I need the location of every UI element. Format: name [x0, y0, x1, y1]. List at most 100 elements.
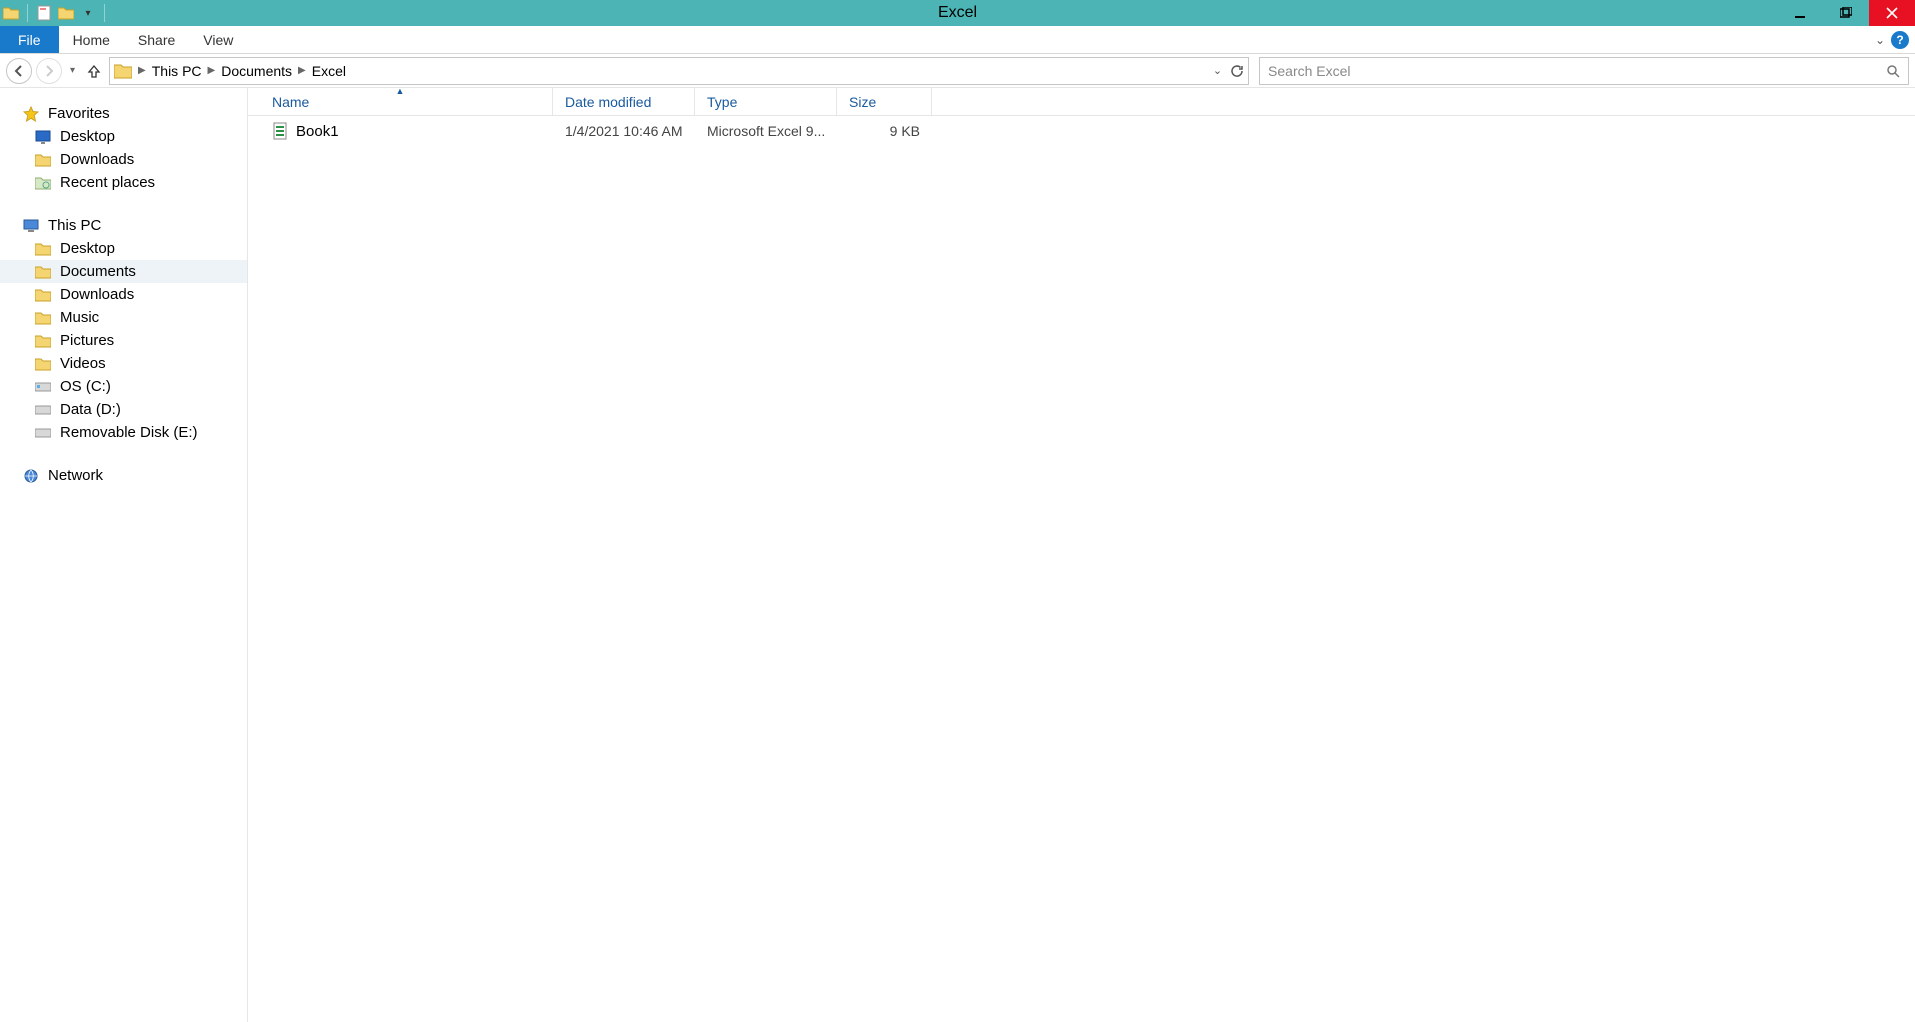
sidebar-item-downloads[interactable]: Downloads: [0, 283, 247, 306]
separator: [27, 4, 28, 22]
sidebar-item-desktop[interactable]: Desktop: [0, 125, 247, 148]
drive-icon: [34, 379, 52, 395]
sidebar-item-label: OS (C:): [60, 378, 111, 395]
desktop-icon: [34, 129, 52, 145]
sort-ascending-icon: ▲: [396, 86, 405, 96]
sidebar-item-recent-places[interactable]: Recent places: [0, 171, 247, 194]
folder-icon: [114, 63, 132, 79]
sidebar-item-pictures[interactable]: Pictures: [0, 329, 247, 352]
favorites-root[interactable]: Favorites: [0, 102, 247, 125]
navigation-pane: Favorites Desktop Downloads Recent place…: [0, 88, 248, 1022]
folder-icon: [34, 333, 52, 349]
ribbon-right-controls: ⌄ ?: [1875, 26, 1915, 53]
column-header-date[interactable]: Date modified: [553, 88, 695, 115]
sidebar-item-documents[interactable]: Documents: [0, 260, 247, 283]
sidebar-item-label: Downloads: [60, 151, 134, 168]
search-icon[interactable]: [1886, 64, 1900, 78]
folder-icon: [34, 264, 52, 280]
window-controls: [1777, 0, 1915, 26]
tab-home[interactable]: Home: [59, 26, 124, 53]
column-label: Type: [707, 94, 737, 110]
favorites-label: Favorites: [48, 105, 110, 122]
computer-icon: [22, 218, 40, 234]
quick-access-toolbar: ▾: [0, 4, 108, 22]
column-headers: Name ▲ Date modified Type Size: [248, 88, 1915, 116]
back-button[interactable]: [6, 58, 32, 84]
drive-icon: [34, 425, 52, 441]
separator: [104, 4, 105, 22]
file-name: Book1: [296, 123, 339, 140]
close-button[interactable]: [1869, 0, 1915, 26]
column-label: Name: [272, 94, 309, 110]
recent-locations-dropdown[interactable]: ▾: [66, 65, 79, 76]
sidebar-item-downloads[interactable]: Downloads: [0, 148, 247, 171]
folder-icon: [34, 152, 52, 168]
breadcrumb-documents[interactable]: Documents: [221, 63, 292, 79]
chevron-right-icon[interactable]: ▶: [138, 65, 146, 76]
qat-dropdown-icon[interactable]: ▾: [79, 4, 97, 22]
thispc-group: This PC Desktop Documents Downloads Musi…: [0, 214, 247, 444]
sidebar-item-desktop[interactable]: Desktop: [0, 237, 247, 260]
thispc-root[interactable]: This PC: [0, 214, 247, 237]
sidebar-item-label: Music: [60, 309, 99, 326]
folder-icon: [34, 310, 52, 326]
sidebar-item-label: Downloads: [60, 286, 134, 303]
breadcrumb-excel[interactable]: Excel: [312, 63, 346, 79]
new-folder-icon[interactable]: [57, 4, 75, 22]
folder-icon: [34, 241, 52, 257]
network-label: Network: [48, 467, 103, 484]
sidebar-item-videos[interactable]: Videos: [0, 352, 247, 375]
sidebar-item-label: Removable Disk (E:): [60, 424, 198, 441]
file-date-cell: 1/4/2021 10:46 AM: [553, 123, 695, 139]
search-input[interactable]: [1268, 63, 1886, 79]
favorites-group: Favorites Desktop Downloads Recent place…: [0, 102, 247, 194]
sidebar-item-label: Videos: [60, 355, 106, 372]
tab-file[interactable]: File: [0, 26, 59, 53]
search-box[interactable]: [1259, 57, 1909, 85]
folder-icon[interactable]: [2, 4, 20, 22]
sidebar-item-removable-e[interactable]: Removable Disk (E:): [0, 421, 247, 444]
chevron-right-icon[interactable]: ▶: [208, 65, 216, 76]
main-area: Favorites Desktop Downloads Recent place…: [0, 88, 1915, 1022]
column-header-type[interactable]: Type: [695, 88, 837, 115]
tab-view[interactable]: View: [189, 26, 247, 53]
address-dropdown-icon[interactable]: ⌄: [1213, 64, 1222, 77]
network-root[interactable]: Network: [0, 464, 247, 487]
window-title: Excel: [938, 4, 977, 22]
sidebar-item-label: Desktop: [60, 128, 115, 145]
column-header-size[interactable]: Size: [837, 88, 932, 115]
file-name-cell: Book1: [248, 122, 553, 140]
forward-button[interactable]: [36, 58, 62, 84]
sidebar-item-label: Recent places: [60, 174, 155, 191]
ribbon-expand-icon[interactable]: ⌄: [1875, 33, 1885, 47]
network-icon: [22, 468, 40, 484]
ribbon-tabs: File Home Share View ⌄ ?: [0, 26, 1915, 54]
chevron-right-icon[interactable]: ▶: [298, 65, 306, 76]
thispc-label: This PC: [48, 217, 101, 234]
titlebar: ▾ Excel: [0, 0, 1915, 26]
tab-share[interactable]: Share: [124, 26, 189, 53]
maximize-button[interactable]: [1823, 0, 1869, 26]
sidebar-item-label: Documents: [60, 263, 136, 280]
help-icon[interactable]: ?: [1891, 31, 1909, 49]
properties-icon[interactable]: [35, 4, 53, 22]
file-row[interactable]: Book1 1/4/2021 10:46 AM Microsoft Excel …: [248, 116, 1915, 146]
minimize-button[interactable]: [1777, 0, 1823, 26]
column-label: Size: [849, 94, 876, 110]
sidebar-item-data-d[interactable]: Data (D:): [0, 398, 247, 421]
drive-icon: [34, 402, 52, 418]
refresh-icon[interactable]: [1230, 64, 1244, 78]
network-group: Network: [0, 464, 247, 487]
file-type-cell: Microsoft Excel 9...: [695, 123, 837, 139]
column-label: Date modified: [565, 94, 651, 110]
breadcrumb-this-pc[interactable]: This PC: [152, 63, 202, 79]
sidebar-item-music[interactable]: Music: [0, 306, 247, 329]
folder-icon: [34, 356, 52, 372]
content-pane: Name ▲ Date modified Type Size Book1 1/4…: [248, 88, 1915, 1022]
sidebar-item-os-c[interactable]: OS (C:): [0, 375, 247, 398]
address-bar[interactable]: ▶ This PC ▶ Documents ▶ Excel ⌄: [109, 57, 1249, 85]
sidebar-item-label: Data (D:): [60, 401, 121, 418]
sidebar-item-label: Desktop: [60, 240, 115, 257]
column-header-name[interactable]: Name ▲: [248, 88, 553, 115]
up-button[interactable]: [83, 60, 105, 82]
